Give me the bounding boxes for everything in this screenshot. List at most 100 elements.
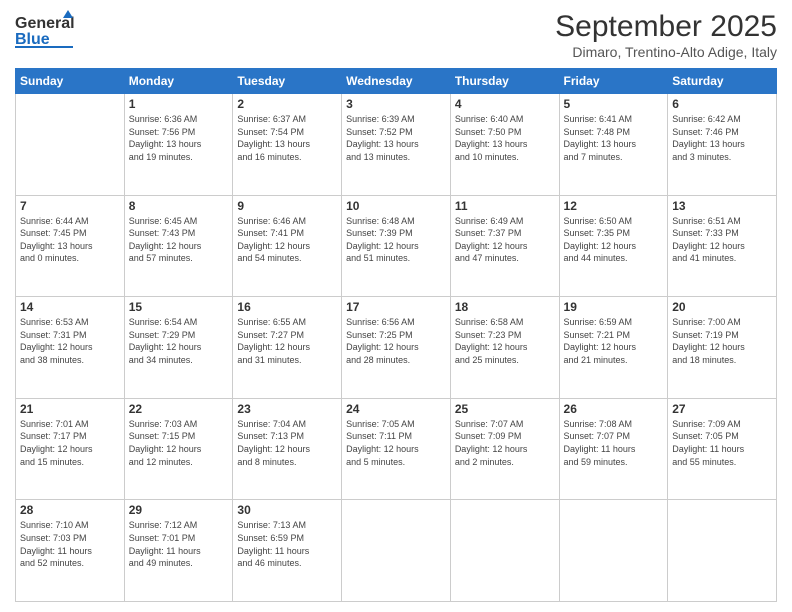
- day-info: Sunrise: 6:42 AM Sunset: 7:46 PM Dayligh…: [672, 113, 772, 163]
- calendar-cell: 10Sunrise: 6:48 AM Sunset: 7:39 PM Dayli…: [342, 195, 451, 297]
- subtitle: Dimaro, Trentino-Alto Adige, Italy: [555, 44, 777, 60]
- day-number: 24: [346, 402, 446, 416]
- calendar-week-row: 21 Sunrise: 7:01 AM Sunset: 7:17 PM Dayli…: [16, 398, 777, 500]
- day-number: 23: [237, 402, 337, 416]
- day-info: Sunrise: 7:00 AM Sunset: 7:19 PM Dayligh…: [672, 316, 772, 366]
- day-number: 20: [672, 300, 772, 314]
- day-info: Sunrise: 7:04 AM Sunset: 7:13 PM Dayligh…: [237, 418, 337, 468]
- day-info: Sunrise: 6:59 AM Sunset: 7:21 PM Dayligh…: [564, 316, 664, 366]
- calendar-cell: 22 Sunrise: 7:03 AM Sunset: 7:15 PM Dayli…: [124, 398, 233, 500]
- calendar-cell: 24 Sunrise: 7:05 AM Sunset: 7:11 PM Dayli…: [342, 398, 451, 500]
- day-info: Sunrise: 6:37 AM Sunset: 7:54 PM Dayligh…: [237, 113, 337, 163]
- day-number: 13: [672, 199, 772, 213]
- day-number: 15: [129, 300, 229, 314]
- day-number: 19: [564, 300, 664, 314]
- page: General Blue September 2025 Dimaro, Tren…: [0, 0, 792, 612]
- calendar-cell: [559, 500, 668, 602]
- calendar-cell: 30Sunrise: 7:13 AM Sunset: 6:59 PM Dayli…: [233, 500, 342, 602]
- calendar-cell: 7Sunrise: 6:44 AM Sunset: 7:45 PM Daylig…: [16, 195, 125, 297]
- calendar-cell: 26 Sunrise: 7:08 AM Sunset: 7:07 PM Dayli…: [559, 398, 668, 500]
- calendar-cell: 17 Sunrise: 6:56 AM Sunset: 7:25 PM Dayli…: [342, 297, 451, 399]
- day-number: 9: [237, 199, 337, 213]
- calendar-cell: 18 Sunrise: 6:58 AM Sunset: 7:23 PM Dayli…: [450, 297, 559, 399]
- calendar-table: SundayMondayTuesdayWednesdayThursdayFrid…: [15, 68, 777, 602]
- weekday-header: Tuesday: [233, 69, 342, 94]
- calendar-cell: 14Sunrise: 6:53 AM Sunset: 7:31 PM Dayli…: [16, 297, 125, 399]
- day-info: Sunrise: 7:07 AM Sunset: 7:09 PM Dayligh…: [455, 418, 555, 468]
- day-number: 11: [455, 199, 555, 213]
- calendar-cell: 11 Sunrise: 6:49 AM Sunset: 7:37 PM Dayli…: [450, 195, 559, 297]
- day-number: 6: [672, 97, 772, 111]
- day-number: 1: [129, 97, 229, 111]
- day-number: 10: [346, 199, 446, 213]
- calendar-cell: 25 Sunrise: 7:07 AM Sunset: 7:09 PM Dayli…: [450, 398, 559, 500]
- calendar-cell: 6 Sunrise: 6:42 AM Sunset: 7:46 PM Daylig…: [668, 94, 777, 196]
- calendar-cell: 15 Sunrise: 6:54 AM Sunset: 7:29 PM Dayli…: [124, 297, 233, 399]
- calendar-cell: 4Sunrise: 6:40 AM Sunset: 7:50 PM Daylig…: [450, 94, 559, 196]
- day-number: 30: [237, 503, 337, 517]
- day-info: Sunrise: 7:12 AM Sunset: 7:01 PM Dayligh…: [129, 519, 229, 569]
- day-info: Sunrise: 6:54 AM Sunset: 7:29 PM Dayligh…: [129, 316, 229, 366]
- calendar-cell: [16, 94, 125, 196]
- calendar-cell: 12 Sunrise: 6:50 AM Sunset: 7:35 PM Dayli…: [559, 195, 668, 297]
- day-info: Sunrise: 7:05 AM Sunset: 7:11 PM Dayligh…: [346, 418, 446, 468]
- calendar-cell: 8Sunrise: 6:45 AM Sunset: 7:43 PM Daylig…: [124, 195, 233, 297]
- day-number: 26: [564, 402, 664, 416]
- day-info: Sunrise: 7:09 AM Sunset: 7:05 PM Dayligh…: [672, 418, 772, 468]
- day-number: 29: [129, 503, 229, 517]
- weekday-header: Monday: [124, 69, 233, 94]
- day-number: 5: [564, 97, 664, 111]
- calendar-week-row: 28 Sunrise: 7:10 AM Sunset: 7:03 PM Dayli…: [16, 500, 777, 602]
- header: General Blue September 2025 Dimaro, Tren…: [15, 10, 777, 60]
- calendar-cell: 5 Sunrise: 6:41 AM Sunset: 7:48 PM Daylig…: [559, 94, 668, 196]
- day-number: 12: [564, 199, 664, 213]
- calendar-cell: 29 Sunrise: 7:12 AM Sunset: 7:01 PM Dayli…: [124, 500, 233, 602]
- calendar-cell: 23 Sunrise: 7:04 AM Sunset: 7:13 PM Dayli…: [233, 398, 342, 500]
- calendar-cell: 16 Sunrise: 6:55 AM Sunset: 7:27 PM Dayli…: [233, 297, 342, 399]
- calendar-cell: 1 Sunrise: 6:36 AM Sunset: 7:56 PM Daylig…: [124, 94, 233, 196]
- day-number: 25: [455, 402, 555, 416]
- logo-icon: General Blue: [15, 10, 75, 54]
- day-number: 21: [20, 402, 120, 416]
- calendar-cell: 13 Sunrise: 6:51 AM Sunset: 7:33 PM Dayli…: [668, 195, 777, 297]
- day-info: Sunrise: 6:41 AM Sunset: 7:48 PM Dayligh…: [564, 113, 664, 163]
- calendar-cell: 19 Sunrise: 6:59 AM Sunset: 7:21 PM Dayli…: [559, 297, 668, 399]
- day-number: 4: [455, 97, 555, 111]
- day-number: 8: [129, 199, 229, 213]
- day-info: Sunrise: 6:51 AM Sunset: 7:33 PM Dayligh…: [672, 215, 772, 265]
- calendar-cell: 2Sunrise: 6:37 AM Sunset: 7:54 PM Daylig…: [233, 94, 342, 196]
- day-number: 22: [129, 402, 229, 416]
- day-number: 18: [455, 300, 555, 314]
- svg-text:Blue: Blue: [15, 31, 50, 48]
- calendar-cell: 9 Sunrise: 6:46 AM Sunset: 7:41 PM Daylig…: [233, 195, 342, 297]
- calendar-cell: [342, 500, 451, 602]
- day-info: Sunrise: 7:01 AM Sunset: 7:17 PM Dayligh…: [20, 418, 120, 468]
- day-number: 16: [237, 300, 337, 314]
- logo: General Blue: [15, 10, 75, 54]
- calendar-cell: [668, 500, 777, 602]
- day-info: Sunrise: 6:50 AM Sunset: 7:35 PM Dayligh…: [564, 215, 664, 265]
- day-info: Sunrise: 6:46 AM Sunset: 7:41 PM Dayligh…: [237, 215, 337, 265]
- calendar-cell: [450, 500, 559, 602]
- day-info: Sunrise: 6:56 AM Sunset: 7:25 PM Dayligh…: [346, 316, 446, 366]
- day-info: Sunrise: 6:58 AM Sunset: 7:23 PM Dayligh…: [455, 316, 555, 366]
- month-title: September 2025: [555, 10, 777, 44]
- day-info: Sunrise: 7:10 AM Sunset: 7:03 PM Dayligh…: [20, 519, 120, 569]
- day-number: 14: [20, 300, 120, 314]
- weekday-header: Thursday: [450, 69, 559, 94]
- calendar-cell: 3Sunrise: 6:39 AM Sunset: 7:52 PM Daylig…: [342, 94, 451, 196]
- calendar-week-row: 1 Sunrise: 6:36 AM Sunset: 7:56 PM Daylig…: [16, 94, 777, 196]
- title-block: September 2025 Dimaro, Trentino-Alto Adi…: [555, 10, 777, 60]
- day-number: 7: [20, 199, 120, 213]
- day-info: Sunrise: 7:03 AM Sunset: 7:15 PM Dayligh…: [129, 418, 229, 468]
- day-number: 27: [672, 402, 772, 416]
- weekday-header: Sunday: [16, 69, 125, 94]
- day-info: Sunrise: 6:49 AM Sunset: 7:37 PM Dayligh…: [455, 215, 555, 265]
- day-info: Sunrise: 6:55 AM Sunset: 7:27 PM Dayligh…: [237, 316, 337, 366]
- calendar-cell: 20 Sunrise: 7:00 AM Sunset: 7:19 PM Dayli…: [668, 297, 777, 399]
- day-info: Sunrise: 7:08 AM Sunset: 7:07 PM Dayligh…: [564, 418, 664, 468]
- day-info: Sunrise: 6:36 AM Sunset: 7:56 PM Dayligh…: [129, 113, 229, 163]
- day-number: 28: [20, 503, 120, 517]
- day-number: 3: [346, 97, 446, 111]
- day-number: 17: [346, 300, 446, 314]
